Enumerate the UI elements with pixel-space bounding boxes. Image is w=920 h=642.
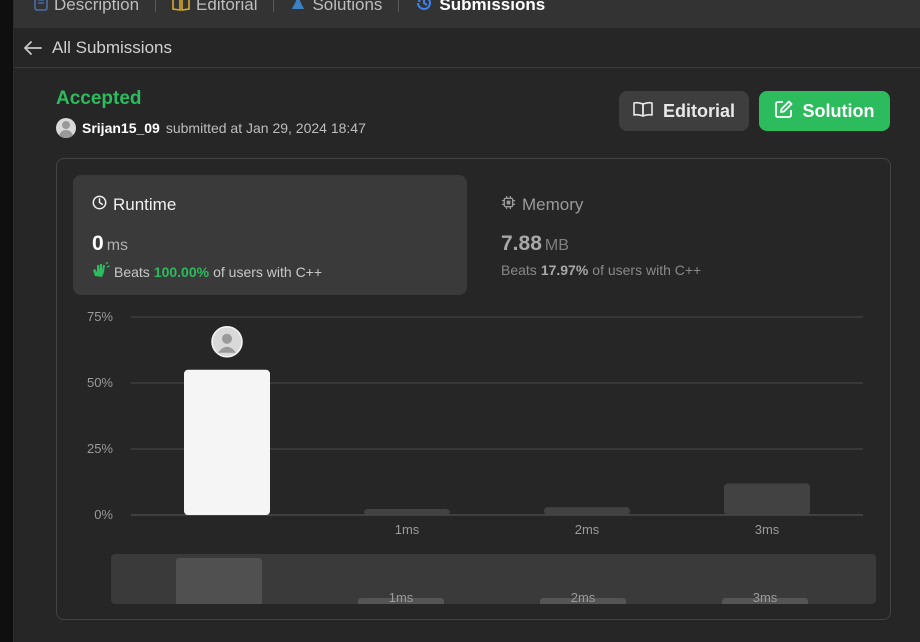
- tab-label: Description: [54, 0, 140, 14]
- runtime-title-label: Runtime: [113, 195, 177, 214]
- solution-button-label: Solution: [802, 100, 875, 121]
- distribution-bar[interactable]: [364, 509, 450, 515]
- memory-beats: Beats 17.97% of users with C++: [501, 262, 701, 278]
- editorial-button-label: Editorial: [662, 100, 735, 121]
- document-icon: [34, 0, 48, 16]
- runtime-beats: Beats 100.00% of users with C++: [92, 260, 323, 281]
- book-icon: [172, 0, 190, 16]
- memory-title-label: Memory: [522, 195, 584, 214]
- overview-chart: 1ms 2ms 3ms: [176, 558, 808, 604]
- runtime-distribution-chart: 0% 25% 50% 75% 1ms 2ms 3ms: [87, 309, 863, 537]
- runtime-number: 0: [92, 232, 104, 255]
- performance-card: Runtime 0 ms Beats 100.00% of users with …: [56, 158, 891, 620]
- y-tick-label: 25%: [87, 441, 113, 456]
- submission-meta: Srijan15_09 submitted at Jan 29, 2024 18…: [56, 118, 366, 138]
- flask-icon: [290, 0, 306, 16]
- tab-divider: [398, 0, 400, 12]
- chip-icon: [501, 195, 516, 215]
- submission-status: Accepted: [56, 88, 142, 109]
- memory-number: 7.88: [501, 232, 542, 255]
- edit-icon: [774, 100, 793, 123]
- runtime-beats-percent: 100.00%: [153, 263, 210, 280]
- runtime-value: 0 ms: [92, 232, 128, 256]
- book-open-icon: [633, 101, 653, 122]
- distribution-bar[interactable]: [724, 483, 810, 515]
- y-tick-label: 50%: [87, 375, 113, 390]
- clock-icon: [92, 195, 107, 215]
- runtime-stat[interactable]: Runtime 0 ms Beats 100.00% of users with …: [73, 175, 467, 295]
- runtime-beats-suffix: of users with C++: [213, 263, 323, 280]
- user-avatar[interactable]: [56, 118, 76, 138]
- y-tick-label: 0%: [94, 507, 113, 522]
- tab-description[interactable]: Description: [30, 0, 143, 14]
- overview-tick-label: 2ms: [571, 590, 596, 604]
- problem-tabs: Description Editorial Solutions Submissi…: [14, 0, 920, 28]
- all-submissions-link[interactable]: All Submissions: [52, 38, 172, 58]
- tab-label: Solutions: [312, 0, 383, 14]
- tab-label: Submissions: [439, 0, 546, 14]
- runtime-unit: ms: [106, 237, 129, 254]
- overview-tick-label: 1ms: [389, 590, 414, 604]
- app-frame: Description Editorial Solutions Submissi…: [0, 0, 920, 642]
- tab-divider: [155, 0, 157, 12]
- x-tick-label: 3ms: [755, 522, 780, 537]
- tab-label: Editorial: [196, 0, 258, 14]
- editorial-button[interactable]: Editorial: [619, 91, 749, 131]
- memory-stat[interactable]: Memory 7.88 MB Beats 17.97% of users with…: [487, 175, 867, 295]
- distribution-bar[interactable]: [184, 369, 270, 515]
- history-icon: [415, 0, 433, 17]
- y-tick-label: 75%: [87, 309, 113, 324]
- memory-beats-prefix: Beats: [501, 262, 537, 278]
- memory-beats-percent: 17.97%: [540, 262, 589, 278]
- x-tick-label: 1ms: [395, 522, 420, 537]
- memory-value: 7.88 MB: [501, 232, 569, 256]
- username-link[interactable]: Srijan15_09: [82, 120, 160, 136]
- submitted-at-text: submitted at Jan 29, 2024 18:47: [165, 120, 366, 136]
- distribution-bar[interactable]: [544, 507, 630, 515]
- tab-divider: [273, 0, 275, 12]
- left-edge-bar: [0, 0, 14, 642]
- clap-icon: [92, 260, 110, 281]
- submission-panel: All Submissions Accepted Srijan15_09 sub…: [14, 28, 920, 642]
- tab-editorial[interactable]: Editorial: [168, 0, 261, 14]
- memory-unit: MB: [544, 237, 569, 254]
- overview-tick-label: 3ms: [753, 590, 778, 604]
- avatar-head: [222, 333, 232, 344]
- memory-beats-suffix: of users with C++: [592, 262, 702, 278]
- submissions-subheader: All Submissions: [14, 28, 920, 68]
- tab-submissions[interactable]: Submissions: [411, 0, 549, 14]
- runtime-title: Runtime: [92, 195, 176, 215]
- runtime-beats-prefix: Beats: [114, 263, 150, 280]
- chart-overview-scroller[interactable]: 1ms 2ms 3ms: [111, 554, 876, 604]
- solution-button[interactable]: Solution: [759, 91, 890, 131]
- memory-title: Memory: [501, 195, 583, 215]
- tab-solutions[interactable]: Solutions: [286, 0, 386, 14]
- overview-bar: [176, 558, 262, 604]
- back-arrow-icon[interactable]: [24, 39, 42, 57]
- x-tick-label: 2ms: [575, 522, 600, 537]
